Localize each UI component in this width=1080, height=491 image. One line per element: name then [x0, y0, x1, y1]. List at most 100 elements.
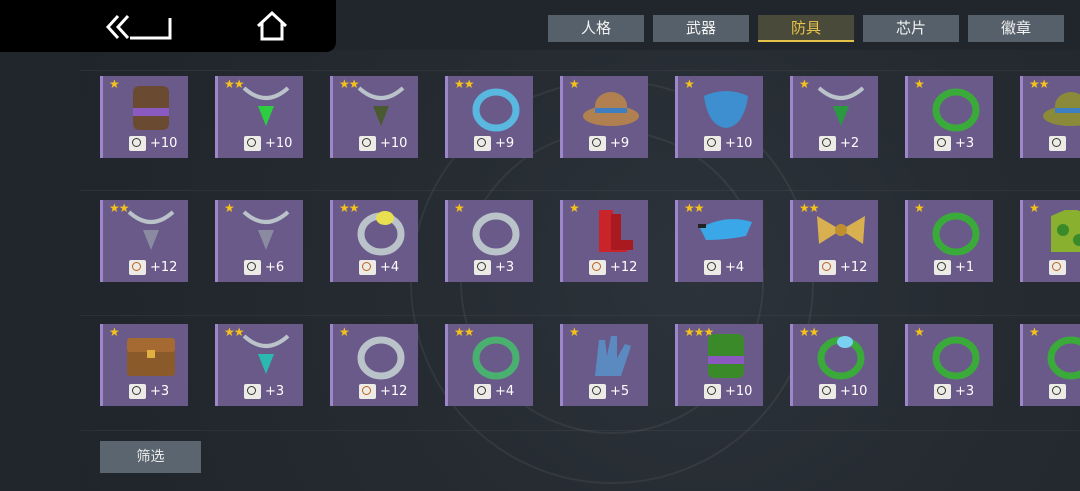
element-badge-icon: [704, 384, 721, 399]
inventory-slot[interactable]: ★ +9: [560, 76, 648, 158]
inventory-slot[interactable]: ★ +12: [560, 200, 648, 282]
back-arrow-icon: [105, 14, 172, 40]
upgrade-level: +10: [725, 136, 753, 151]
upgrade-level: +4: [380, 260, 400, 275]
rarity-stars: ★: [339, 325, 350, 339]
camo-shirt-icon: [1041, 206, 1080, 256]
tab-3[interactable]: 芯片: [863, 15, 959, 42]
upgrade-level: +10: [265, 136, 293, 151]
upgrade-level: +3: [150, 384, 170, 399]
upgrade-level: +3: [265, 384, 285, 399]
element-badge-icon: [704, 136, 721, 151]
rarity-stars: ★: [1029, 201, 1040, 215]
green-band-ring-icon: [466, 330, 526, 380]
inventory-slot[interactable]: ★★ +4: [330, 200, 418, 282]
inventory-slot[interactable]: ★ +6: [215, 200, 303, 282]
element-badge-icon: [359, 260, 376, 275]
inventory-slot[interactable]: ★★ +4: [445, 324, 533, 406]
element-badge-icon: [244, 260, 261, 275]
filter-button[interactable]: 筛选: [100, 441, 201, 473]
rarity-stars: ★: [109, 325, 120, 339]
inventory-slot[interactable]: ★★ +12: [100, 200, 188, 282]
inventory-slot[interactable]: ★ +2: [790, 76, 878, 158]
camo-ring-icon: [926, 82, 986, 132]
armband-icon: [121, 82, 181, 132]
back-button[interactable]: [100, 10, 180, 44]
upgrade-level: +3: [955, 384, 975, 399]
upgrade-level: +4: [495, 384, 515, 399]
inventory-slot[interactable]: ★: [1020, 324, 1080, 406]
inventory-slot[interactable]: ★: [1020, 200, 1080, 282]
tab-1[interactable]: 武器: [653, 15, 749, 42]
inventory-slot[interactable]: ★ +3: [905, 76, 993, 158]
element-badge-icon: [819, 260, 836, 275]
element-badge-icon: [589, 136, 606, 151]
dark-camo-ring-icon: [1041, 330, 1080, 380]
red-boots-icon: [581, 206, 641, 256]
element-badge-icon: [934, 384, 951, 399]
rarity-stars: ★: [684, 77, 695, 91]
camo-bracelet-icon: [926, 206, 986, 256]
element-badge-icon: [129, 136, 146, 151]
element-badge-icon: [819, 136, 836, 151]
upgrade-level: +10: [840, 384, 868, 399]
tab-4[interactable]: 徽章: [968, 15, 1064, 42]
tab-2[interactable]: 防具: [758, 15, 854, 42]
upgrade-level: +4: [725, 260, 745, 275]
element-badge-icon: [589, 260, 606, 275]
camo-necklace-icon: [811, 82, 871, 132]
element-badge-icon: [1049, 260, 1066, 275]
upgrade-level: +9: [610, 136, 630, 151]
rarity-stars: ★: [109, 77, 120, 91]
inventory-slot[interactable]: ★ +10: [675, 76, 763, 158]
inventory-slot[interactable]: ★★ +4: [675, 200, 763, 282]
upgrade-level: +1: [955, 260, 975, 275]
upgrade-level: +2: [840, 136, 860, 151]
upgrade-level: +10: [380, 136, 408, 151]
element-badge-icon: [244, 384, 261, 399]
inventory-slot[interactable]: ★★: [1020, 76, 1080, 158]
upgrade-level: +10: [150, 136, 178, 151]
blue-gloves-icon: [581, 330, 641, 380]
top-nav-bar: [0, 0, 336, 52]
upgrade-level: +12: [840, 260, 868, 275]
inventory-slot[interactable]: ★★ +3: [215, 324, 303, 406]
inventory-slot[interactable]: ★ +10: [100, 76, 188, 158]
inventory-slot[interactable]: ★★ +9: [445, 76, 533, 158]
inventory-slot[interactable]: ★★ +12: [790, 200, 878, 282]
inventory-slot[interactable]: ★ +3: [445, 200, 533, 282]
inventory-slot[interactable]: ★ +3: [100, 324, 188, 406]
element-badge-icon: [934, 136, 951, 151]
treasure-chest-icon: [121, 330, 181, 380]
inventory-slot[interactable]: ★ +3: [905, 324, 993, 406]
inventory-slot[interactable]: ★ +1: [905, 200, 993, 282]
yellow-gem-ring-icon: [351, 206, 411, 256]
dark-pendant-necklace-icon: [351, 82, 411, 132]
element-badge-icon: [129, 384, 146, 399]
teal-gem-necklace-icon: [236, 330, 296, 380]
face-mask-icon: [696, 82, 756, 132]
upgrade-level: +3: [955, 136, 975, 151]
rarity-stars: ★: [914, 325, 925, 339]
tab-0[interactable]: 人格: [548, 15, 644, 42]
upgrade-level: +10: [725, 384, 753, 399]
silver-necklace-icon: [121, 206, 181, 256]
element-badge-icon: [1049, 136, 1066, 151]
rarity-stars: ★: [914, 77, 925, 91]
inventory-slot[interactable]: ★ +5: [560, 324, 648, 406]
rarity-stars: ★: [914, 201, 925, 215]
rarity-stars: ★: [224, 201, 235, 215]
camo-armband-icon: [696, 330, 756, 380]
home-button[interactable]: [252, 8, 292, 44]
rarity-stars: ★: [569, 77, 580, 91]
inventory-slot[interactable]: ★★ +10: [215, 76, 303, 158]
inventory-slot[interactable]: ★★ +10: [330, 76, 418, 158]
inventory-slot[interactable]: ★★★ +10: [675, 324, 763, 406]
element-badge-icon: [359, 136, 376, 151]
element-badge-icon: [474, 136, 491, 151]
inventory-slot[interactable]: ★ +12: [330, 324, 418, 406]
blue-bangle-icon: [466, 82, 526, 132]
rarity-stars: ★: [799, 77, 810, 91]
rarity-stars: ★: [1029, 325, 1040, 339]
inventory-slot[interactable]: ★★ +10: [790, 324, 878, 406]
